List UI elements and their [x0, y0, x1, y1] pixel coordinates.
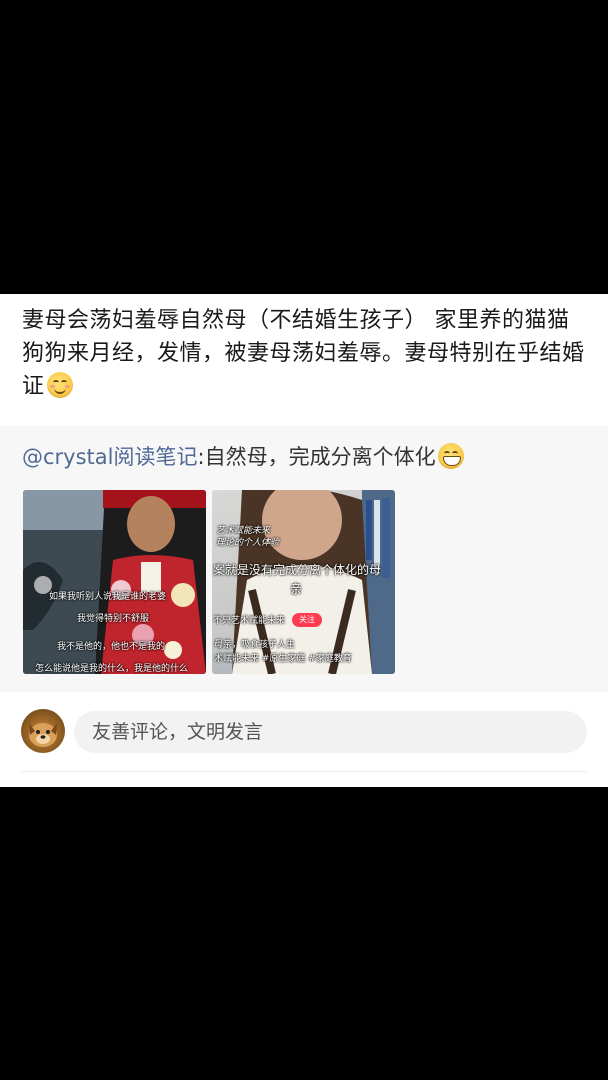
follow-badge[interactable]: 关注 — [292, 613, 322, 627]
overlay-bottom-line: 母亲，吸食孩子人生 — [214, 640, 296, 650]
post-text: 妻母会荡妇羞辱自然母（不结婚生孩子） 家里养的猫猫狗狗来月经，发情，被妻母荡妇羞… — [22, 304, 588, 403]
repost-mention-link[interactable]: @crystal阅读笔记 — [22, 445, 198, 469]
comment-input[interactable]: 友善评论，文明发言 — [74, 711, 587, 753]
comment-bar: 友善评论，文明发言 — [0, 692, 608, 787]
overlay-subtitle: 案就是没有完成分离个体化的母 — [213, 563, 382, 577]
repost-text: @crystal阅读笔记:自然母，完成分离个体化 — [22, 442, 464, 472]
post-card: 妻母会荡妇羞辱自然母（不结婚生孩子） 家里养的猫猫狗狗来月经，发情，被妻母荡妇羞… — [0, 294, 608, 787]
repost-block[interactable]: @crystal阅读笔记:自然母，完成分离个体化 如果我听别人说我是谁的老婆 我… — [0, 426, 608, 692]
overlay-subtitle: 亲 — [290, 582, 303, 596]
overlay-top-line: 理论的个人体验 — [216, 538, 280, 548]
repost-image-1[interactable]: 如果我听别人说我是谁的老婆 我觉得特别不舒服 我不是他的，他也不是我的 怎么能说… — [23, 490, 206, 674]
subtitle-line: 如果我听别人说我是谁的老婆 — [49, 592, 167, 602]
repost-image-2[interactable]: 艺术赋能未来 理论的个人体验 案就是没有完成分离个体化的母 亲 不只艺术赋能未来… — [212, 490, 395, 674]
avatar[interactable] — [21, 709, 65, 753]
overlay-bottom-line: 不只艺术赋能未来 — [213, 616, 286, 626]
subtitle-line: 怎么能说他是我的什么，我是他的什么 — [35, 664, 189, 674]
post-body: 妻母会荡妇羞辱自然母（不结婚生孩子） 家里养的猫猫狗狗来月经，发情，被妻母荡妇羞… — [22, 308, 585, 399]
subtitle-line: 我觉得特别不舒服 — [77, 614, 150, 624]
overlay-top-line: 艺术赋能未来 — [216, 526, 271, 536]
divider — [21, 771, 587, 772]
grin-emoji-icon — [437, 443, 464, 469]
overlay-bottom-line: 术赋能未来 #原生家庭 #家庭教育 — [214, 654, 352, 664]
repost-body: :自然母，完成分离个体化 — [197, 445, 436, 469]
dog-avatar-icon — [29, 723, 57, 747]
smiling-blush-emoji-icon — [46, 372, 73, 398]
subtitle-line: 我不是他的，他也不是我的 — [57, 642, 166, 652]
